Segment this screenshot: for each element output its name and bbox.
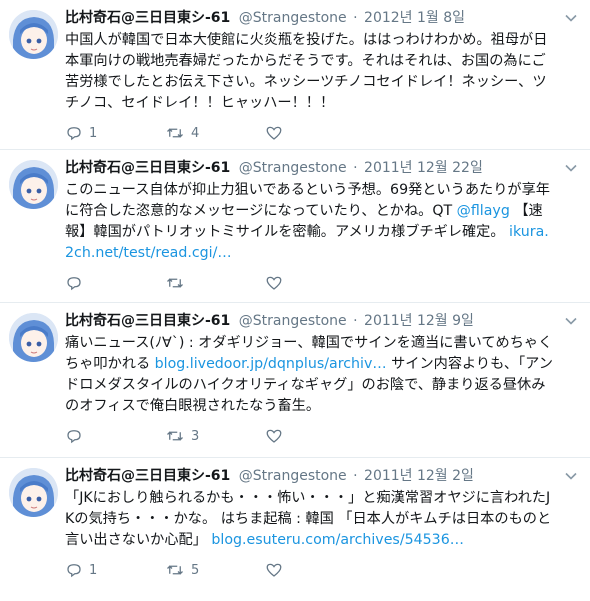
user-handle[interactable]: @Strangestone — [239, 468, 347, 484]
tweet-header: 比村奇石@三日目東シ-61 @Strangestone · 2012년 1월 8… — [65, 6, 556, 30]
mention-link[interactable]: @fllayg — [457, 203, 510, 219]
retweet-button[interactable]: 3 — [165, 427, 265, 445]
user-handle[interactable]: @Strangestone — [239, 313, 347, 329]
retweet-count: 3 — [191, 428, 200, 444]
chevron-down-icon[interactable] — [564, 313, 578, 327]
like-button[interactable] — [265, 274, 365, 292]
like-button[interactable] — [265, 427, 365, 445]
user-handle[interactable]: @Strangestone — [239, 160, 347, 176]
display-name[interactable]: 比村奇石@三日目東シ-61 — [65, 313, 230, 329]
display-name[interactable]: 比村奇石@三日目東シ-61 — [65, 10, 230, 26]
reply-icon — [67, 430, 81, 444]
heart-icon — [266, 429, 282, 443]
chevron-down-icon[interactable] — [564, 160, 578, 174]
retweet-icon — [167, 128, 183, 138]
retweet-icon — [167, 278, 183, 288]
tweet-actions: 3 — [65, 417, 556, 455]
reply-button[interactable]: 1 — [65, 124, 165, 142]
tweet-date[interactable]: 2011년 12월 22일 — [364, 160, 483, 176]
tweet-text: 痛いニュース(ﾉ∀`) : オダギリジョー、韓国でサインを適当に書いてめちゃくち… — [65, 333, 556, 417]
heart-icon — [266, 563, 282, 577]
reply-count: 1 — [89, 562, 98, 578]
retweet-button[interactable] — [165, 274, 265, 292]
avatar[interactable] — [9, 160, 58, 209]
tweet-actions: 1 4 — [65, 114, 556, 152]
tweet-text: 中国人が韓国で日本大使館に火炎瓶を投げた。ははっわけわかめ。祖母が日本軍向けの戦… — [65, 32, 548, 111]
tweet-text: このニュース自体が抑止力狙いであるという予想。69発というあたりが享年に符合した… — [65, 180, 556, 264]
tweet-text: 「JKにおしり触られるかも・・・怖い・・・」と痴漢常習オヤジに言われたJKの気持… — [65, 488, 556, 551]
like-button[interactable] — [265, 561, 365, 579]
user-handle[interactable]: @Strangestone — [239, 10, 347, 26]
reply-icon — [67, 564, 81, 578]
retweet-count: 4 — [191, 125, 200, 141]
tweet[interactable]: 比村奇石@三日目東シ-61 @Strangestone · 2011년 12월 … — [0, 303, 590, 458]
avatar[interactable] — [9, 313, 58, 362]
retweet-button[interactable]: 5 — [165, 561, 265, 579]
tweet-actions — [65, 264, 556, 302]
reply-button[interactable] — [65, 427, 165, 445]
tweet-date[interactable]: 2012년 1월 8일 — [364, 10, 465, 26]
tweet[interactable]: 比村奇石@三日目東シ-61 @Strangestone · 2011년 12월 … — [0, 150, 590, 303]
retweet-icon — [167, 431, 183, 441]
tweet-date[interactable]: 2011년 12월 9일 — [364, 313, 474, 329]
retweet-button[interactable]: 4 — [165, 124, 265, 142]
separator-dot: · — [353, 313, 358, 329]
retweet-count: 5 — [191, 562, 200, 578]
tweet-header: 比村奇石@三日目東シ-61 @Strangestone · 2011년 12월 … — [65, 464, 556, 488]
reply-button[interactable]: 1 — [65, 561, 165, 579]
avatar[interactable] — [9, 10, 58, 59]
retweet-icon — [167, 565, 183, 575]
reply-button[interactable] — [65, 274, 165, 292]
url-link[interactable]: blog.esuteru.com/archives/54536… — [211, 532, 464, 548]
separator-dot: · — [353, 10, 358, 26]
heart-icon — [266, 126, 282, 140]
like-button[interactable] — [265, 124, 365, 142]
tweet[interactable]: 比村奇石@三日目東シ-61 @Strangestone · 2011년 12월 … — [0, 458, 590, 601]
avatar[interactable] — [9, 468, 58, 517]
chevron-down-icon[interactable] — [564, 468, 578, 482]
url-link[interactable]: blog.livedoor.jp/dqnplus/archiv… — [155, 356, 387, 372]
separator-dot: · — [353, 468, 358, 484]
tweet-header: 比村奇石@三日目東シ-61 @Strangestone · 2011년 12월 … — [65, 156, 556, 180]
reply-icon — [67, 277, 81, 291]
tweet-actions: 1 5 — [65, 551, 556, 589]
reply-icon — [67, 127, 81, 141]
tweet-date[interactable]: 2011년 12월 2일 — [364, 468, 474, 484]
heart-icon — [266, 276, 282, 290]
reply-count: 1 — [89, 125, 98, 141]
chevron-down-icon[interactable] — [564, 10, 578, 24]
tweet[interactable]: 比村奇石@三日目東シ-61 @Strangestone · 2012년 1월 8… — [0, 0, 590, 150]
timeline: 比村奇石@三日目東シ-61 @Strangestone · 2012년 1월 8… — [0, 0, 590, 601]
display-name[interactable]: 比村奇石@三日目東シ-61 — [65, 160, 230, 176]
display-name[interactable]: 比村奇石@三日目東シ-61 — [65, 468, 230, 484]
separator-dot: · — [353, 160, 358, 176]
tweet-header: 比村奇石@三日目東シ-61 @Strangestone · 2011년 12월 … — [65, 309, 556, 333]
